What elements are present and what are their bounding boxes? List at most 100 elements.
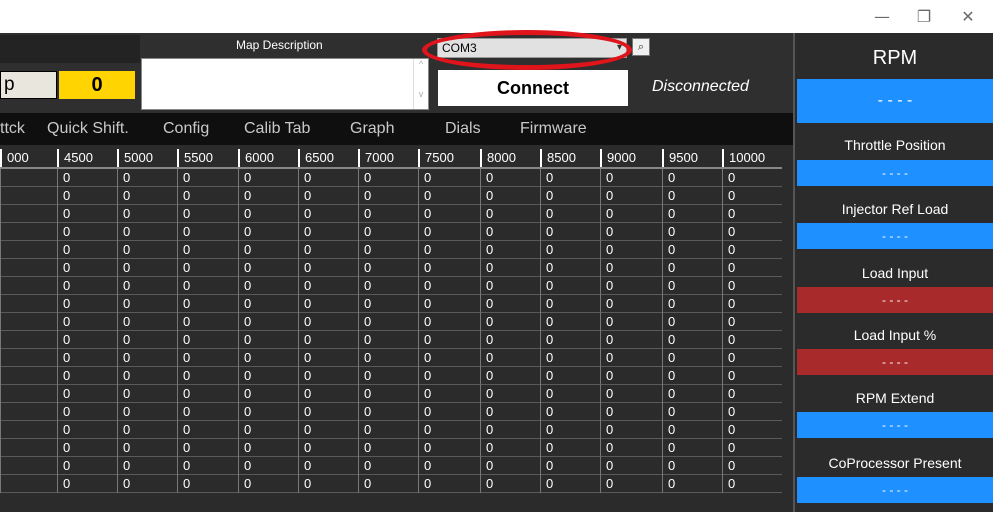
table-cell[interactable]: 0 [177,421,238,439]
table-cell[interactable]: 0 [418,223,480,241]
table-cell[interactable]: 0 [600,313,662,331]
table-cell[interactable]: 0 [57,313,117,331]
table-cell[interactable]: 0 [177,205,238,223]
table-cell[interactable]: 0 [722,223,782,241]
table-cell[interactable]: 0 [480,367,540,385]
table-cell[interactable]: 0 [722,367,782,385]
table-cell[interactable]: 0 [480,403,540,421]
table-cell[interactable]: 0 [177,439,238,457]
table-cell[interactable]: 0 [117,277,177,295]
table-cell[interactable]: 0 [418,259,480,277]
table-cell[interactable]: 0 [177,403,238,421]
table-cell[interactable]: 0 [117,403,177,421]
table-cell[interactable]: 0 [298,421,358,439]
table-cell[interactable]: 0 [238,475,298,493]
table-cell[interactable]: 0 [662,241,722,259]
table-cell[interactable]: 0 [662,187,722,205]
table-cell[interactable]: 0 [117,205,177,223]
table-cell[interactable]: 0 [480,313,540,331]
table-cell[interactable]: 0 [662,205,722,223]
table-cell[interactable]: 0 [238,241,298,259]
table-cell[interactable]: 0 [722,457,782,475]
table-cell[interactable]: 0 [600,457,662,475]
table-cell[interactable]: 0 [540,403,600,421]
table-cell[interactable]: 0 [662,223,722,241]
table-cell[interactable] [0,331,57,349]
table-cell[interactable]: 0 [600,295,662,313]
table-cell[interactable]: 0 [540,421,600,439]
table-cell[interactable]: 0 [540,187,600,205]
table-cell[interactable]: 0 [177,457,238,475]
table-cell[interactable]: 0 [480,205,540,223]
table-cell[interactable]: 0 [480,187,540,205]
table-cell[interactable]: 0 [358,439,418,457]
table-cell[interactable]: 0 [298,223,358,241]
table-cell[interactable]: 0 [480,439,540,457]
table-cell[interactable]: 0 [57,223,117,241]
table-cell[interactable]: 0 [662,421,722,439]
table-cell[interactable]: 0 [418,439,480,457]
table-cell[interactable]: 0 [480,259,540,277]
table-cell[interactable]: 0 [117,295,177,313]
table-cell[interactable]: 0 [722,295,782,313]
table-cell[interactable] [0,367,57,385]
table-cell[interactable]: 0 [57,295,117,313]
table-cell[interactable]: 0 [540,205,600,223]
table-cell[interactable]: 0 [600,223,662,241]
table-cell[interactable]: 0 [722,403,782,421]
table-cell[interactable]: 0 [177,331,238,349]
table-cell[interactable]: 0 [540,331,600,349]
table-cell[interactable]: 0 [358,277,418,295]
table-cell[interactable]: 0 [117,331,177,349]
table-cell[interactable]: 0 [238,295,298,313]
table-cell[interactable]: 0 [358,295,418,313]
table-cell[interactable]: 0 [722,313,782,331]
table-cell[interactable]: 0 [722,475,782,493]
table-cell[interactable]: 0 [662,259,722,277]
table-cell[interactable]: 0 [238,205,298,223]
table-cell[interactable]: 0 [418,349,480,367]
table-cell[interactable]: 0 [57,187,117,205]
table-cell[interactable] [0,223,57,241]
table-cell[interactable]: 0 [358,367,418,385]
table-cell[interactable]: 0 [57,457,117,475]
close-icon[interactable]: ✕ [948,4,988,30]
table-cell[interactable]: 0 [358,457,418,475]
table-cell[interactable]: 0 [57,169,117,187]
table-cell[interactable]: 0 [418,385,480,403]
table-cell[interactable]: 0 [117,313,177,331]
table-cell[interactable]: 0 [480,169,540,187]
table-cell[interactable]: 0 [358,385,418,403]
table-cell[interactable]: 0 [57,367,117,385]
table-cell[interactable]: 0 [298,367,358,385]
table-cell[interactable]: 0 [600,403,662,421]
table-cell[interactable] [0,403,57,421]
table-cell[interactable]: 0 [358,205,418,223]
table-cell[interactable]: 0 [117,367,177,385]
table-cell[interactable]: 0 [57,475,117,493]
table-cell[interactable]: 0 [298,457,358,475]
table-cell[interactable]: 0 [722,385,782,403]
table-cell[interactable]: 0 [238,421,298,439]
table-cell[interactable]: 0 [57,331,117,349]
table-cell[interactable]: 0 [600,187,662,205]
search-icon[interactable]: ⌕ [632,38,650,56]
table-cell[interactable]: 0 [238,223,298,241]
table-cell[interactable]: 0 [722,349,782,367]
table-cell[interactable]: 0 [358,313,418,331]
table-cell[interactable]: 0 [480,349,540,367]
table-cell[interactable]: 0 [418,367,480,385]
table-cell[interactable]: 0 [298,403,358,421]
table-cell[interactable]: 0 [418,421,480,439]
table-cell[interactable]: 0 [418,331,480,349]
table-cell[interactable] [0,187,57,205]
table-cell[interactable]: 0 [298,295,358,313]
table-cell[interactable]: 0 [238,349,298,367]
table-cell[interactable]: 0 [480,241,540,259]
table-cell[interactable]: 0 [298,331,358,349]
table-cell[interactable]: 0 [600,475,662,493]
table-cell[interactable]: 0 [540,385,600,403]
table-cell[interactable]: 0 [358,259,418,277]
table-cell[interactable] [0,205,57,223]
table-cell[interactable]: 0 [177,475,238,493]
